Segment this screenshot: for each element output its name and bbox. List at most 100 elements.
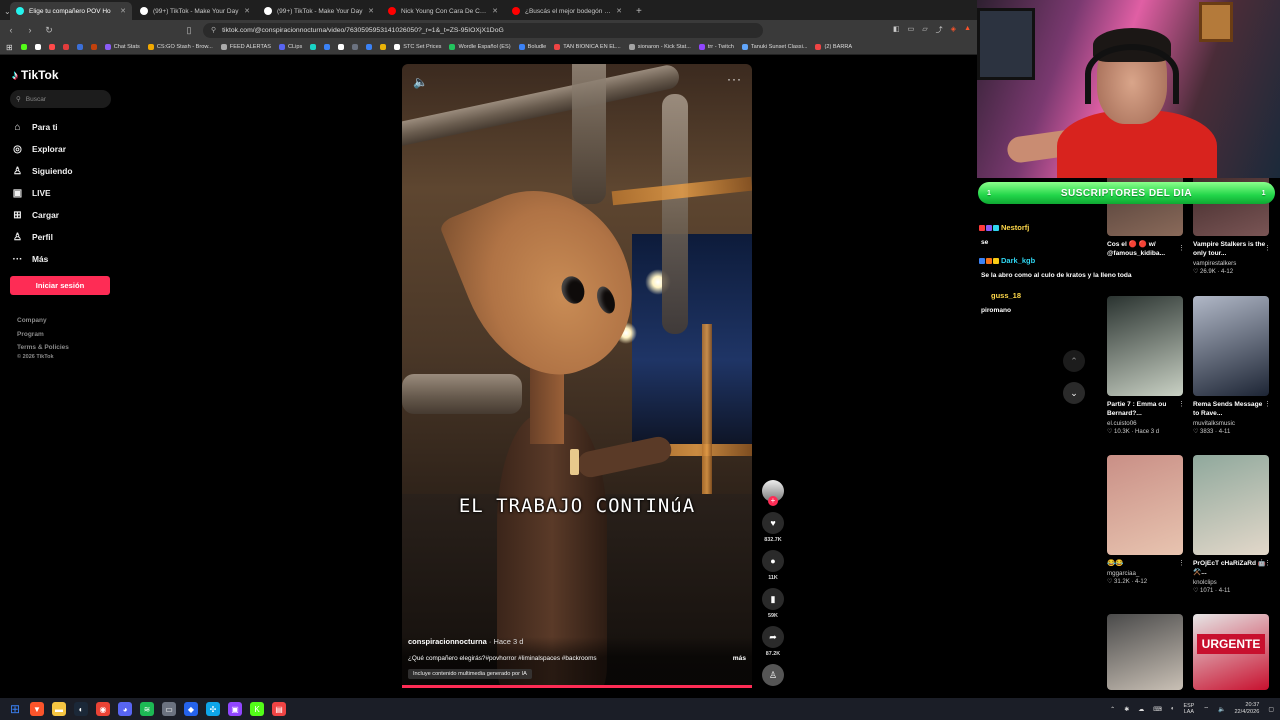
music-avatar-icon[interactable]: ♙ — [762, 664, 784, 686]
browser-tab[interactable]: Nick Young Con Cara De Confundid ✕ — [382, 2, 504, 20]
feed-more-icon[interactable]: ⋮ — [1178, 244, 1185, 252]
feed-more-icon[interactable]: ⋮ — [1264, 244, 1271, 252]
bookmark-item[interactable] — [352, 44, 359, 50]
file-explorer-icon[interactable]: ▬ — [52, 702, 66, 716]
bookmark-item[interactable] — [34, 44, 41, 50]
feed-thumbnail[interactable] — [1193, 455, 1269, 555]
footer-link-terms[interactable]: Terms & Policies — [17, 344, 69, 354]
login-button[interactable]: Iniciar sesión — [10, 276, 110, 295]
feed-author[interactable]: vampirestalkers — [1193, 260, 1269, 267]
feed-video-card[interactable]: URGENTE — [1193, 614, 1269, 690]
feed-video-card[interactable] — [1107, 614, 1183, 690]
app-icon[interactable]: ✣ — [206, 702, 220, 716]
video-player[interactable]: 🔈 ··· EL TRABAJO CONTINúA conspiracionno… — [402, 64, 752, 688]
chat-username[interactable]: Dark_kgb — [1001, 256, 1035, 265]
video-more-icon[interactable]: ··· — [727, 72, 742, 86]
bluetooth-icon[interactable]: ✱ — [1124, 706, 1129, 713]
bookmark-item[interactable]: (2) BARRA — [815, 44, 852, 50]
apps-grid-icon[interactable]: ⊞ — [6, 43, 13, 52]
network-icon[interactable]: ⌨ — [1153, 706, 1162, 713]
search-input[interactable]: ⚲ Buscar — [10, 90, 111, 108]
bookmark-item[interactable] — [20, 44, 27, 50]
close-tab-icon[interactable]: ✕ — [492, 7, 498, 15]
feed-video-card[interactable]: Rema Sends Message to Rave... ⋮ muvitalksm… — [1193, 296, 1271, 435]
feed-video-card[interactable]: PrOjEcT cHaRiZaRd 🤖 ⚒️... ⋮ knolclips ♡ 107… — [1193, 455, 1271, 594]
feed-thumbnail[interactable] — [1107, 296, 1183, 396]
feed-author[interactable]: el.cuisto06 — [1107, 420, 1183, 427]
close-tab-icon[interactable]: ✕ — [368, 7, 374, 15]
speaker-icon[interactable]: 🔈 — [1218, 706, 1225, 713]
bookmark-icon[interactable]: ▯ — [184, 25, 194, 36]
close-tab-icon[interactable]: ✕ — [244, 7, 250, 15]
browser-tab[interactable]: (99+) TikTok - Make Your Day ✕ — [258, 2, 380, 20]
feed-author[interactable]: mggarciaa_ — [1107, 570, 1183, 577]
feed-more-icon[interactable]: ⋮ — [1178, 559, 1185, 567]
site-info-icon[interactable]: ⚲ — [211, 26, 216, 34]
feed-thumbnail[interactable]: URGENTE — [1193, 614, 1269, 690]
steam-tray-icon[interactable]: ◐ — [1171, 706, 1175, 712]
feed-thumbnail[interactable] — [1107, 614, 1183, 690]
steam-icon[interactable]: ◐ — [74, 702, 88, 716]
scroll-up-button[interactable]: ⌃ — [1063, 350, 1085, 372]
bookmark-item[interactable]: CLips — [278, 44, 302, 50]
like-icon[interactable]: ♥ — [762, 512, 784, 534]
language-indicator[interactable]: ESP LAA — [1184, 703, 1195, 715]
bookmark-item[interactable]: CS:GO Stash - Brow... — [147, 44, 213, 50]
author-avatar[interactable] — [762, 480, 784, 506]
browser-tab[interactable]: (99+) TikTok - Make Your Day ✕ — [134, 2, 256, 20]
footer-link-company[interactable]: Company — [17, 317, 69, 331]
tray-chevron-icon[interactable]: ⌃ — [1110, 706, 1115, 713]
share-icon[interactable]: ➦ — [762, 626, 784, 648]
clock[interactable]: 20:37 22/4/2026 — [1234, 702, 1259, 715]
bookmark-item[interactable] — [380, 44, 387, 50]
windows-start-icon[interactable]: ⊞ — [8, 702, 22, 716]
close-tab-icon[interactable]: ✕ — [120, 7, 126, 15]
screenshot-icon[interactable]: ▭ — [908, 25, 915, 35]
cast-icon[interactable]: ▱ — [922, 25, 927, 35]
feed-more-icon[interactable]: ⋮ — [1178, 400, 1185, 408]
sidebar-item-para-ti[interactable]: ⌂ Para ti — [12, 116, 72, 138]
chat-username[interactable]: Nestorfj — [1001, 223, 1029, 232]
sidebar-item-live[interactable]: ▣ LIVE — [12, 182, 72, 204]
brave-shield-icon[interactable]: ◈ — [951, 25, 956, 35]
chrome-icon[interactable]: ◉ — [96, 702, 110, 716]
browser-tab[interactable]: ¿Buscás el mejor bodegón de Villa C ✕ — [506, 2, 628, 20]
bookmark-item[interactable] — [310, 44, 317, 50]
obs-icon[interactable]: ▤ — [272, 702, 286, 716]
bookmark-item[interactable] — [62, 44, 69, 50]
forward-icon[interactable]: › — [25, 25, 35, 35]
new-tab-icon[interactable]: + — [630, 6, 648, 20]
comment-icon[interactable]: ● — [762, 550, 784, 572]
video-progress-bar[interactable] — [402, 685, 752, 688]
feed-thumbnail[interactable] — [1193, 296, 1269, 396]
sidebar-item-cargar[interactable]: ⊞ Cargar — [12, 204, 72, 226]
bookmark-item[interactable]: FEED ALERTAS — [220, 44, 271, 50]
discord-icon[interactable]: ◕ — [118, 702, 132, 716]
feed-author[interactable]: muvitalksmusic — [1193, 420, 1269, 427]
bookmark-item[interactable]: Tanuki Sunset Classi... — [741, 44, 807, 50]
close-tab-icon[interactable]: ✕ — [616, 7, 622, 15]
chat-username[interactable]: guss_18 — [991, 291, 1021, 300]
sidebar-item-perfil[interactable]: ♙ Perfil — [12, 226, 72, 248]
spotify-icon[interactable]: ≋ — [140, 702, 154, 716]
app-icon[interactable]: ▭ — [162, 702, 176, 716]
bookmark-item[interactable]: Boludle — [518, 44, 546, 50]
feed-video-card[interactable]: 😂😂 ⋮ mggarciaa_ ♡ 31.2K · 4-12 — [1107, 455, 1185, 585]
sidebar-item-m-s[interactable]: ··· Más — [12, 248, 72, 270]
browser-tab[interactable]: Elige tu compañero POV Ho ✕ — [10, 2, 132, 20]
notifications-icon[interactable]: ▢ — [1268, 706, 1274, 713]
extension-icon[interactable]: ◧ — [893, 25, 900, 35]
feed-video-card[interactable]: Partie 7 : Emma ou Bernard?... ⋮ el.cuisto… — [1107, 296, 1185, 435]
bookmark-icon[interactable]: ▮ — [762, 588, 784, 610]
twitch-icon[interactable]: ▣ — [228, 702, 242, 716]
bookmark-item[interactable]: sionaron - Kick Stat... — [628, 44, 691, 50]
bookmark-item[interactable] — [90, 44, 97, 50]
share-icon[interactable]: ⤴ — [936, 25, 943, 35]
tiktok-logo[interactable]: ♪ TikTok — [12, 68, 59, 82]
bookmark-item[interactable] — [338, 44, 345, 50]
kick-icon[interactable]: K — [250, 702, 264, 716]
bookmark-item[interactable]: trr - Twitch — [698, 44, 734, 50]
bookmark-item[interactable]: TAN BIONICA EN EL... — [554, 44, 621, 50]
onedrive-icon[interactable]: ☁ — [1138, 706, 1144, 713]
feed-thumbnail[interactable] — [1107, 455, 1183, 555]
